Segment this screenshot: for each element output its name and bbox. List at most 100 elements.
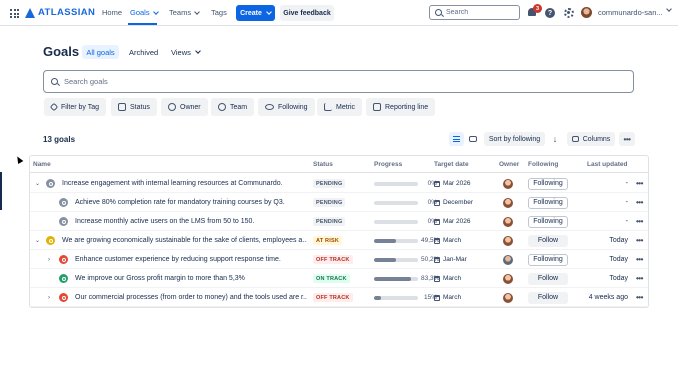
nav-tags[interactable]: Tags bbox=[211, 8, 227, 17]
target-date-cell[interactable]: Jan-Mar bbox=[434, 250, 467, 269]
filter-owner-button[interactable]: Owner bbox=[161, 98, 208, 116]
row-more-icon[interactable]: ••• bbox=[636, 250, 643, 269]
table-row[interactable]: › Enhance customer experience by reducing… bbox=[30, 250, 648, 269]
goal-name-link[interactable]: Increase engagement with internal learni… bbox=[62, 174, 283, 193]
tab-archived[interactable]: Archived bbox=[129, 45, 158, 59]
follow-button[interactable]: Following bbox=[528, 196, 568, 209]
create-button[interactable]: Create bbox=[236, 5, 275, 21]
tab-views-label: Views bbox=[171, 47, 191, 57]
column-header-progress[interactable]: Progress bbox=[374, 161, 402, 168]
follow-button[interactable]: Follow bbox=[528, 234, 568, 247]
column-header-owner[interactable]: Owner bbox=[499, 161, 519, 168]
nav-home[interactable]: Home bbox=[102, 8, 122, 17]
filter-metric-button[interactable]: Metric bbox=[317, 98, 363, 116]
follow-button[interactable]: Follow bbox=[528, 272, 568, 285]
owner-avatar[interactable] bbox=[503, 273, 513, 284]
more-icon[interactable]: ••• bbox=[619, 132, 635, 146]
expand-caret-icon[interactable]: ⌄ bbox=[35, 174, 40, 193]
table-row[interactable]: Increase monthly active users on the LMS… bbox=[30, 212, 648, 231]
owner-avatar[interactable] bbox=[503, 254, 513, 265]
row-more-icon[interactable]: ••• bbox=[636, 174, 643, 193]
progress-cell: 0% bbox=[374, 193, 437, 212]
owner-icon bbox=[168, 103, 176, 111]
row-more-icon[interactable]: ••• bbox=[636, 288, 643, 307]
status-cell: PENDING bbox=[313, 174, 346, 193]
column-header-target-date[interactable]: Target date bbox=[434, 161, 469, 168]
column-header-status[interactable]: Status bbox=[313, 161, 333, 168]
target-date-cell[interactable]: Mar 2026 bbox=[434, 212, 470, 231]
target-date-cell[interactable]: March bbox=[434, 288, 461, 307]
goal-name-link[interactable]: Enhance customer experience by reducing … bbox=[75, 250, 281, 269]
goal-search-input[interactable] bbox=[64, 77, 564, 86]
owner-avatar[interactable] bbox=[503, 292, 513, 303]
row-more-icon[interactable]: ••• bbox=[636, 269, 643, 288]
list-view-button[interactable] bbox=[449, 132, 464, 146]
calendar-icon bbox=[434, 275, 440, 282]
target-date-cell[interactable]: March bbox=[434, 231, 461, 250]
chevron-down-icon[interactable] bbox=[666, 6, 672, 12]
goal-name-link[interactable]: Our commercial processes (from order to … bbox=[75, 288, 307, 307]
table-row[interactable]: ⌄ We are growing economically sustainable… bbox=[30, 231, 648, 250]
expand-caret-icon[interactable]: › bbox=[48, 250, 50, 269]
app-switcher-grid-icon[interactable] bbox=[10, 9, 19, 18]
goal-name-link[interactable]: Increase monthly active users on the LMS… bbox=[75, 212, 254, 231]
columns-button[interactable]: Columns bbox=[567, 132, 615, 146]
chevron-down-icon bbox=[266, 9, 272, 15]
goal-name-link[interactable]: We are growing economically sustainable … bbox=[62, 231, 307, 250]
follow-button[interactable]: Following bbox=[528, 215, 568, 228]
follow-button[interactable]: Following bbox=[528, 253, 568, 266]
user-avatar[interactable] bbox=[581, 7, 592, 18]
target-date-cell[interactable]: Mar 2026 bbox=[434, 174, 470, 193]
status-cell: PENDING bbox=[313, 212, 346, 231]
user-name[interactable]: communardo-san... bbox=[598, 8, 663, 17]
follow-button[interactable]: Follow bbox=[528, 291, 568, 304]
nav-teams[interactable]: Teams bbox=[169, 8, 200, 17]
owner-avatar[interactable] bbox=[503, 178, 513, 189]
table-row[interactable]: ⌄ Increase engagement with internal learn… bbox=[30, 174, 648, 193]
follow-button[interactable]: Following bbox=[528, 177, 568, 190]
status-badge: OFF TRACK bbox=[313, 255, 353, 264]
table-row[interactable]: We improve our Gross profit margin to mo… bbox=[30, 269, 648, 288]
column-header-name[interactable]: Name bbox=[33, 161, 51, 168]
filter-reporting-line-button[interactable]: Reporting line bbox=[366, 98, 436, 116]
owner-avatar[interactable] bbox=[503, 216, 513, 227]
goal-search[interactable] bbox=[43, 70, 634, 93]
tab-all-goals[interactable]: All goals bbox=[82, 45, 119, 59]
row-more-icon[interactable]: ••• bbox=[636, 193, 643, 212]
nav-goals[interactable]: Goals bbox=[130, 8, 159, 17]
columns-icon bbox=[571, 136, 579, 142]
global-search[interactable] bbox=[429, 5, 520, 20]
filter-team-button[interactable]: Team bbox=[211, 98, 255, 116]
sort-direction-button[interactable]: ↓ bbox=[548, 132, 562, 146]
give-feedback-button[interactable]: Give feedback bbox=[280, 5, 334, 21]
board-view-button[interactable] bbox=[465, 132, 480, 146]
filter-status-button[interactable]: Status bbox=[111, 98, 157, 116]
table-row[interactable]: Achieve 80% completion rate for mandator… bbox=[30, 193, 648, 212]
owner-avatar[interactable] bbox=[503, 235, 513, 246]
table-header: Name Status Progress Target date Owner F… bbox=[30, 156, 648, 173]
global-search-input[interactable] bbox=[446, 9, 511, 16]
target-date-cell[interactable]: December bbox=[434, 193, 473, 212]
target-date-cell[interactable]: March bbox=[434, 269, 461, 288]
owner-avatar[interactable] bbox=[503, 197, 513, 208]
row-more-icon[interactable]: ••• bbox=[636, 212, 643, 231]
sort-button[interactable]: Sort by following bbox=[484, 132, 545, 146]
goal-icon bbox=[59, 255, 68, 264]
progress-bar bbox=[374, 295, 418, 300]
filter-by-tag-button[interactable]: Filter by Tag bbox=[44, 98, 106, 116]
create-label: Create bbox=[240, 9, 262, 17]
expand-caret-icon[interactable]: ⌄ bbox=[35, 231, 40, 250]
column-header-following[interactable]: Following bbox=[528, 161, 558, 168]
goal-name-link[interactable]: We improve our Gross profit margin to mo… bbox=[75, 269, 245, 288]
help-icon[interactable]: ? bbox=[545, 8, 555, 18]
expand-caret-icon[interactable]: › bbox=[48, 288, 50, 307]
table-row[interactable]: › Our commercial processes (from order to… bbox=[30, 288, 648, 307]
filter-following-button[interactable]: Following bbox=[258, 98, 315, 116]
atlassian-logo[interactable]: ATLASSIAN bbox=[25, 7, 95, 18]
settings-icon[interactable] bbox=[564, 8, 574, 18]
goal-icon bbox=[59, 293, 68, 302]
row-more-icon[interactable]: ••• bbox=[636, 231, 643, 250]
goal-name-link[interactable]: Achieve 80% completion rate for mandator… bbox=[75, 193, 285, 212]
column-header-last-updated[interactable]: Last updated bbox=[587, 161, 627, 168]
tab-views[interactable]: Views bbox=[171, 45, 201, 59]
